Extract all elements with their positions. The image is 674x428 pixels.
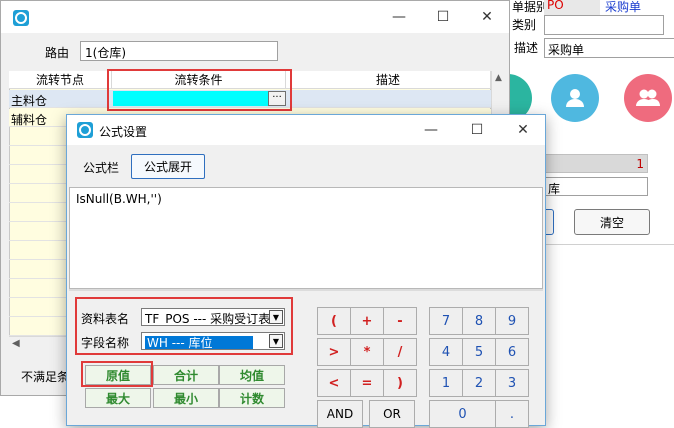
warehouse-field[interactable]: 库 (544, 177, 648, 196)
separator (69, 289, 543, 291)
digit-0-button[interactable]: 0 (429, 400, 496, 428)
op-multiply-button[interactable]: * (350, 338, 384, 366)
route-field[interactable]: 1(仓库) (80, 41, 278, 61)
op-or-button[interactable]: OR (369, 400, 415, 428)
category-field[interactable] (544, 15, 664, 35)
row-node: 主料仓 (11, 94, 48, 108)
formula-bar-label: 公式栏 (83, 161, 120, 175)
op-lparen-button[interactable]: ( (317, 307, 351, 335)
condition-highlight-box (107, 69, 292, 111)
expand-formula-button[interactable]: 公式展开 (131, 154, 205, 179)
fn-min-button[interactable]: 最小 (153, 388, 219, 408)
fn-sum-button[interactable]: 合计 (153, 365, 219, 385)
app-icon (13, 10, 29, 26)
category-label: 类别 (512, 17, 537, 32)
close-button[interactable]: ✕ (465, 1, 509, 33)
user-icon (566, 89, 584, 107)
fn-avg-button[interactable]: 均值 (219, 365, 285, 385)
number-field[interactable]: 1 (544, 154, 648, 173)
minimize-button[interactable]: — (409, 115, 453, 145)
digit-4-button[interactable]: 4 (429, 338, 463, 366)
desc-label: 描述 (514, 40, 539, 55)
op-minus-button[interactable]: - (383, 307, 417, 335)
scroll-up-icon[interactable]: ▲ (495, 73, 502, 83)
op-rparen-button[interactable]: ) (383, 369, 417, 397)
clear-button[interactable]: 清空 (574, 209, 650, 235)
digit-8-button[interactable]: 8 (462, 307, 496, 335)
op-gt-button[interactable]: > (317, 338, 351, 366)
users-icon (636, 89, 660, 106)
user-button[interactable] (551, 74, 599, 122)
digit-2-button[interactable]: 2 (462, 369, 496, 397)
dialog-title: 公式设置 (99, 125, 148, 139)
op-and-button[interactable]: AND (317, 400, 363, 428)
op-divide-button[interactable]: / (383, 338, 417, 366)
route-window-titlebar: — ☐ ✕ (1, 1, 509, 33)
maximize-button[interactable]: ☐ (421, 1, 465, 33)
row-node: 辅料仓 (11, 113, 48, 127)
fn-max-button[interactable]: 最大 (85, 388, 151, 408)
digit-6-button[interactable]: 6 (495, 338, 529, 366)
formula-dialog: 公式设置 — ☐ ✕ 公式栏 公式展开 IsNull(B.WH,'') 资料表名… (66, 114, 546, 428)
digit-3-button[interactable]: 3 (495, 369, 529, 397)
route-label: 路由 (45, 46, 70, 60)
op-plus-button[interactable]: + (350, 307, 384, 335)
doc-type-label: 单据别 (512, 0, 549, 14)
digit-7-button[interactable]: 7 (429, 307, 463, 335)
doc-type-code-field[interactable]: PO (544, 0, 600, 16)
op-equals-button[interactable]: = (350, 369, 384, 397)
original-value-highlight-box (81, 361, 153, 387)
digit-9-button[interactable]: 9 (495, 307, 529, 335)
desc-field[interactable]: 采购单 (544, 38, 674, 58)
formula-dialog-titlebar: 公式设置 — ☐ ✕ (67, 115, 545, 145)
maximize-button[interactable]: ☐ (455, 115, 499, 145)
bottom-label: 不满足条 (21, 370, 70, 384)
col-header-desc[interactable]: 描述 (286, 71, 491, 89)
doc-type-name-field[interactable]: 采购单 (602, 0, 674, 16)
selector-highlight-box (75, 297, 293, 355)
digit-1-button[interactable]: 1 (429, 369, 463, 397)
op-lt-button[interactable]: < (317, 369, 351, 397)
scroll-left-icon[interactable]: ◀ (12, 338, 20, 349)
fn-count-button[interactable]: 计数 (219, 388, 285, 408)
digit-5-button[interactable]: 5 (462, 338, 496, 366)
col-header-node[interactable]: 流转节点 (9, 71, 112, 89)
minimize-button[interactable]: — (377, 1, 421, 33)
decimal-point-button[interactable]: . (495, 400, 529, 428)
group-button[interactable] (624, 74, 672, 122)
close-button[interactable]: ✕ (501, 115, 545, 145)
app-icon (77, 122, 93, 138)
formula-editor[interactable]: IsNull(B.WH,'') (69, 187, 543, 289)
